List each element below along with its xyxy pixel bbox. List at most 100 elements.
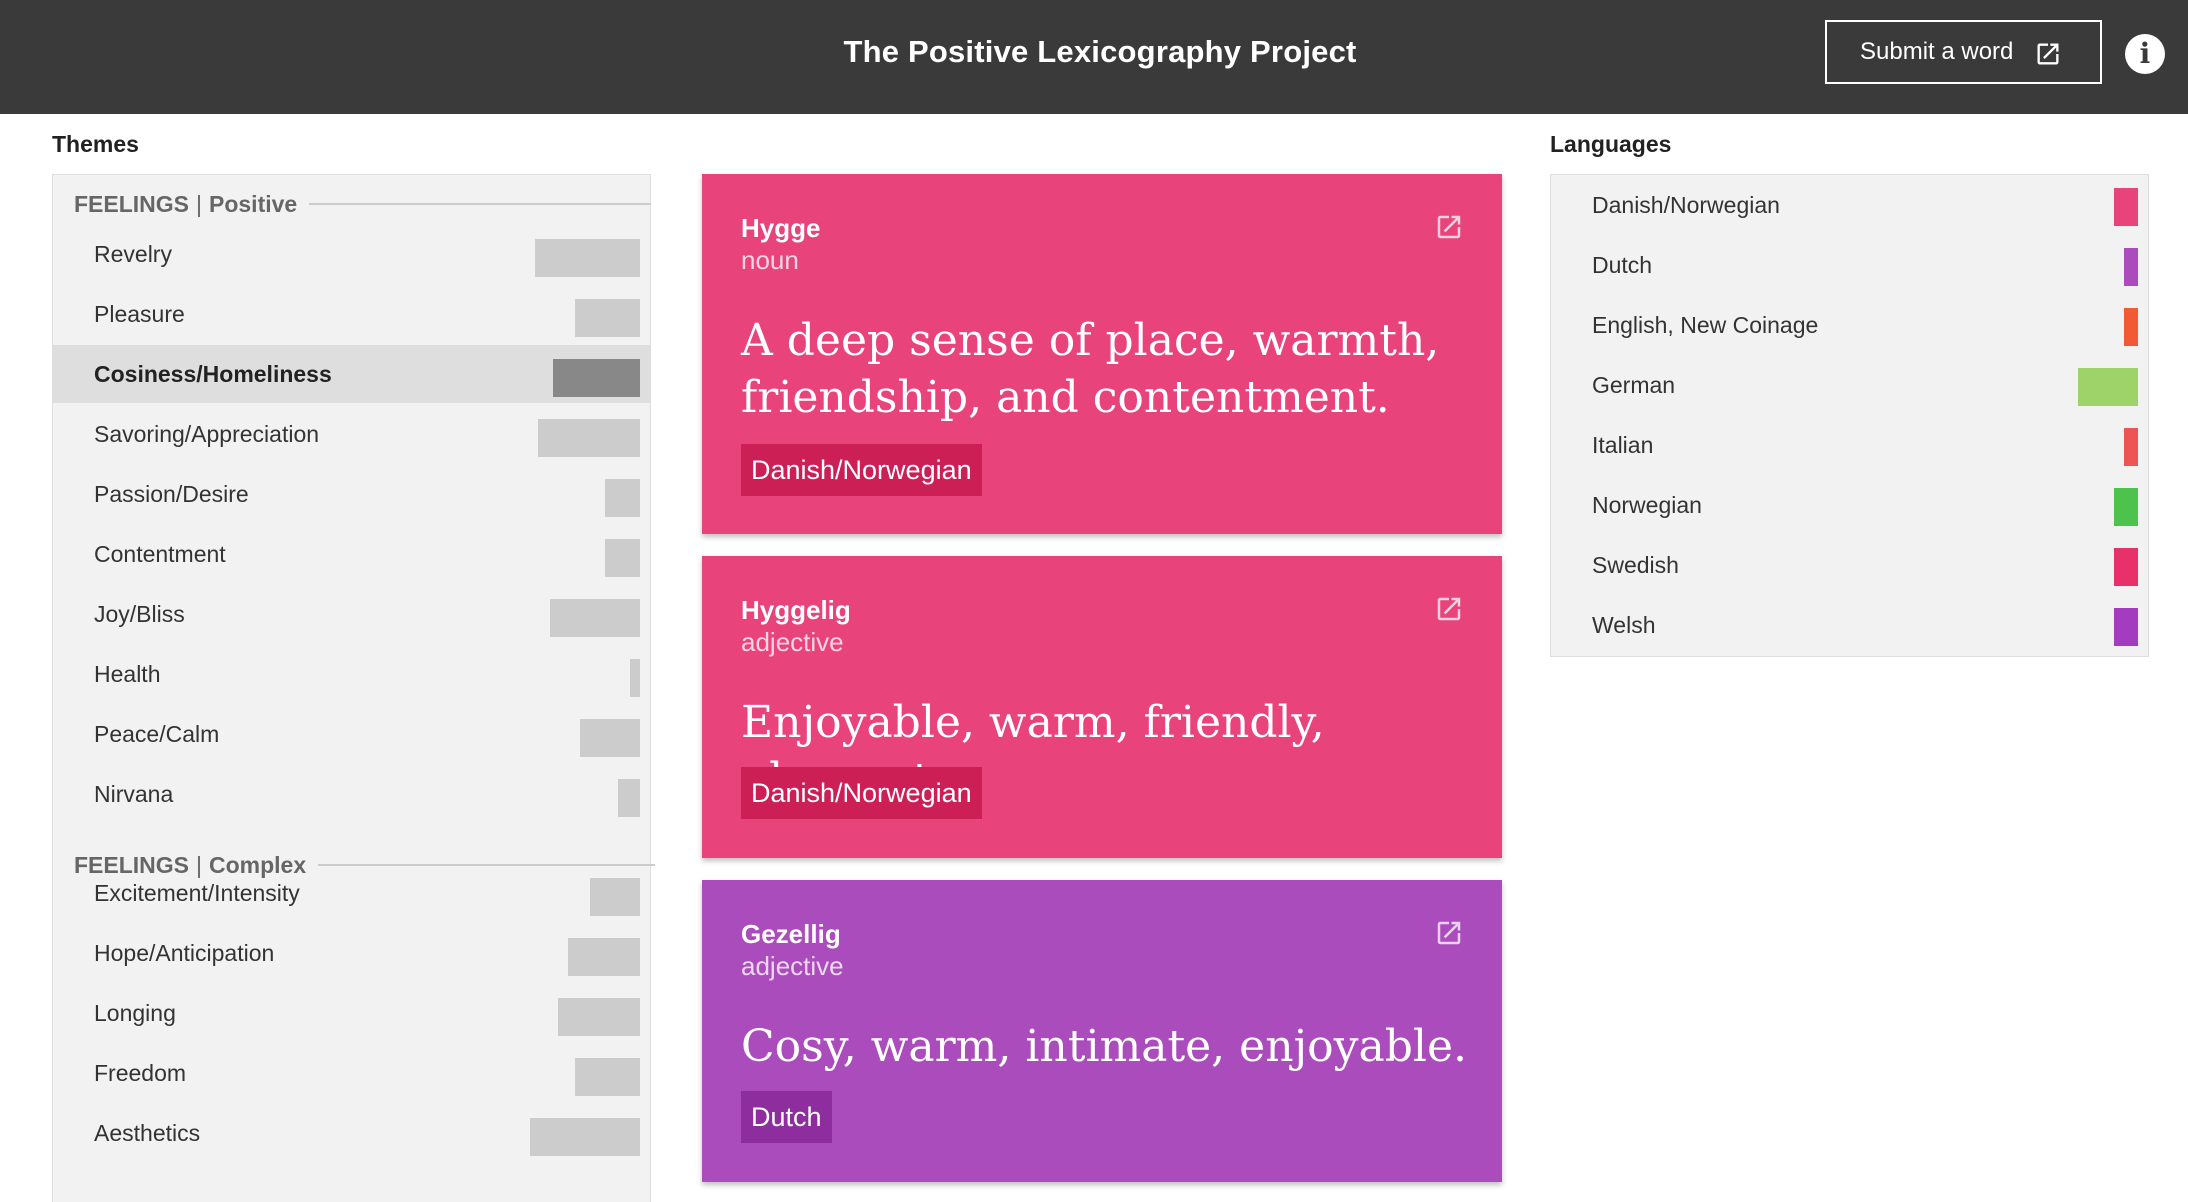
card-word: Hyggelig [741,595,851,625]
word-card: Gezellig adjective Cosy, warm, intimate, e… [702,880,1502,1182]
language-count-bar [2124,428,2138,466]
card-language-tag[interactable]: Danish/Norwegian [741,767,982,819]
theme-item[interactable]: Excitement/Intensity [53,864,650,922]
language-item[interactable]: English, New Coinage [1551,295,2148,355]
external-link-icon[interactable] [1434,918,1464,953]
theme-count-bar [553,359,640,397]
language-count-bar [2114,548,2138,586]
language-item[interactable]: German [1551,355,2148,415]
theme-item-label: Contentment [94,541,226,567]
language-count-bar [2114,188,2138,226]
card-part-of-speech: noun [741,245,799,275]
theme-count-bar [575,299,640,337]
theme-item-label: Joy/Bliss [94,601,185,627]
theme-item[interactable]: Passion/Desire [53,465,650,523]
theme-item-label: Health [94,661,161,687]
info-icon[interactable]: i [2125,34,2165,74]
theme-count-bar [618,779,640,817]
theme-item-label: Revelry [94,241,172,267]
card-part-of-speech: adjective [741,951,844,981]
theme-item-label: Hope/Anticipation [94,940,275,966]
theme-item-label: Nirvana [94,781,174,807]
theme-count-bar [580,719,640,757]
card-language-tag[interactable]: Dutch [741,1091,832,1143]
submit-word-button[interactable]: Submit a word [1825,20,2102,84]
theme-item[interactable]: Nirvana [53,765,650,823]
language-item[interactable]: Dutch [1551,235,2148,295]
theme-count-bar [630,659,640,697]
theme-item[interactable]: Health [53,645,650,703]
theme-item[interactable]: Pleasure [53,285,650,343]
theme-item[interactable]: Peace/Calm [53,705,650,763]
theme-count-bar [605,539,640,577]
card-language-tag[interactable]: Danish/Norwegian [741,444,982,496]
theme-item[interactable]: Hope/Anticipation [53,924,650,982]
theme-item-label: Peace/Calm [94,721,220,747]
theme-count-bar [575,1058,640,1096]
theme-group-header: FEELINGS | Positive [74,187,652,221]
theme-count-bar [535,239,640,277]
theme-item[interactable]: Revelry [53,225,650,283]
theme-item[interactable]: Contentment [53,525,650,583]
language-item[interactable]: Danish/Norwegian [1551,175,2148,235]
language-item[interactable]: Swedish [1551,535,2148,595]
theme-item-label: Excitement/Intensity [94,880,300,906]
theme-item-label: Freedom [94,1060,187,1086]
theme-item[interactable]: Savoring/Appreciation [53,405,650,463]
theme-count-bar [550,599,640,637]
theme-count-bar [590,878,640,916]
card-part-of-speech: adjective [741,627,844,657]
word-card: Hyggelig adjective Enjoyable, warm, friend… [702,556,1502,858]
word-card: Hygge noun A deep sense of place, warmth, … [702,174,1502,534]
theme-count-bar [530,1118,640,1156]
language-item-label: Swedish [1592,552,1679,578]
theme-group-name: Positive [209,190,298,217]
language-count-bar [2124,308,2138,346]
theme-item-label: Longing [94,1000,176,1026]
theme-group-separator: | [196,190,202,217]
theme-item-label: Passion/Desire [94,481,249,507]
language-count-bar [2078,368,2138,406]
language-item-label: Welsh [1592,612,1656,638]
languages-heading: Languages [1550,131,1672,157]
card-definition: A deep sense of place, warmth, friendshi… [741,315,1440,423]
language-count-bar [2124,248,2138,286]
external-link-icon[interactable] [1434,212,1464,247]
theme-item[interactable]: Aesthetics [53,1104,650,1162]
app-header: The Positive Lexicography Project Submit… [0,0,2188,114]
language-item[interactable]: Norwegian [1551,475,2148,535]
languages-list: Danish/Norwegian Dutch English, New Coinag… [1550,174,2149,657]
theme-count-bar [568,938,640,976]
language-item-label: English, New Coinage [1592,312,1819,338]
language-item-label: Norwegian [1592,492,1702,518]
card-word: Hygge [741,213,821,243]
card-word: Gezellig [741,919,841,949]
language-item-label: Italian [1592,432,1654,458]
theme-item[interactable]: Cosiness/Homeliness [53,345,650,403]
theme-count-bar [538,419,640,457]
language-item[interactable]: Welsh [1551,595,2148,655]
language-item-label: Dutch [1592,252,1653,278]
external-link-icon[interactable] [1434,594,1464,629]
theme-count-bar [558,998,640,1036]
theme-count-bar [605,479,640,517]
theme-group-category: FEELINGS [74,190,190,217]
theme-item[interactable]: Freedom [53,1044,650,1102]
theme-group-divider [309,203,652,205]
themes-heading: Themes [52,131,139,157]
submit-word-label: Submit a word [1860,38,2014,65]
language-item-label: German [1592,372,1676,398]
language-item[interactable]: Italian [1551,415,2148,475]
theme-item[interactable]: Joy/Bliss [53,585,650,643]
theme-item-label: Aesthetics [94,1120,201,1146]
theme-item-label: Savoring/Appreciation [94,421,320,447]
theme-item-label: Pleasure [94,301,185,327]
themes-list: FEELINGS | Positive Revelry Pleasure Cosiness… [52,174,656,1202]
theme-item[interactable]: Longing [53,984,650,1042]
language-count-bar [2114,608,2138,646]
external-link-icon [2034,40,2062,75]
card-definition: Cosy, warm, intimate, enjoyable. [741,1021,1468,1072]
language-count-bar [2114,488,2138,526]
language-item-label: Danish/Norwegian [1592,192,1780,218]
theme-item-label: Cosiness/Homeliness [94,361,332,387]
